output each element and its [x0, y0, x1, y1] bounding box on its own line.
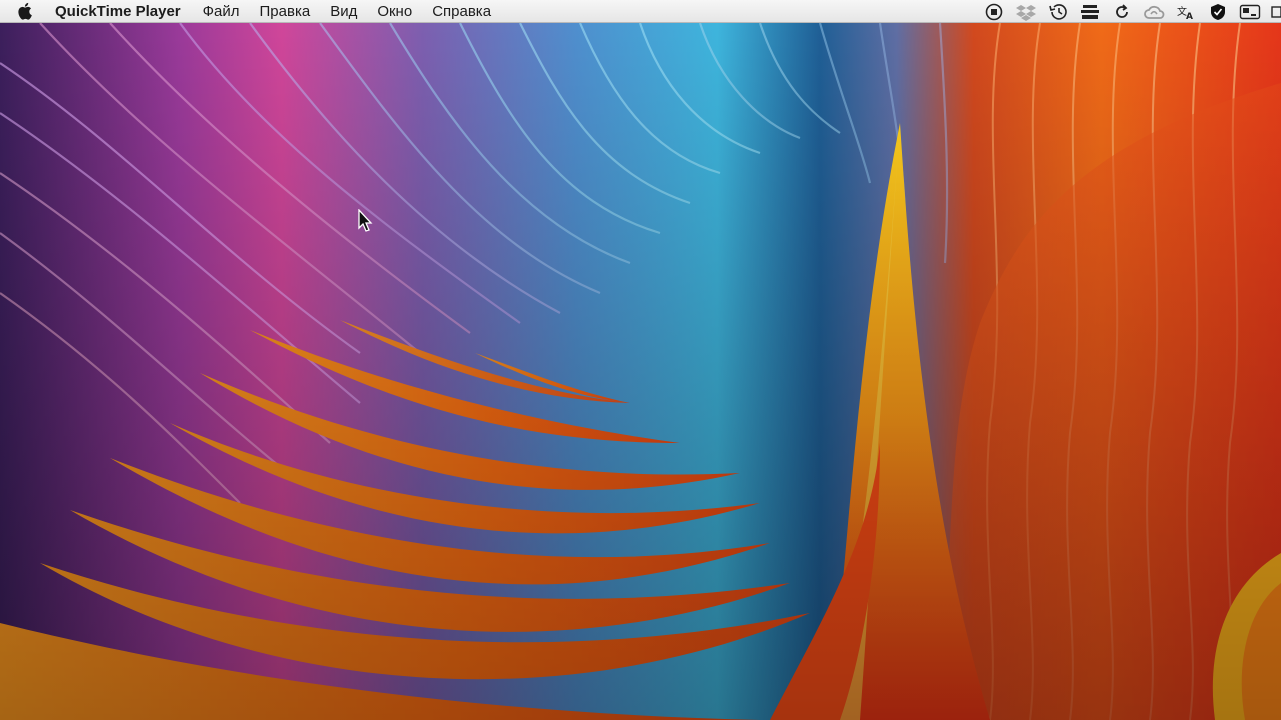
menu-edit[interactable]: Правка: [250, 0, 321, 23]
time-machine-icon[interactable]: [1047, 2, 1069, 22]
vpn-shield-icon[interactable]: [1207, 2, 1229, 22]
desktop-wallpaper: [0, 23, 1281, 720]
sync-icon[interactable]: [1111, 2, 1133, 22]
svg-text:A: A: [1186, 12, 1193, 21]
menu-bar: QuickTime Player Файл Правка Вид Окно Сп…: [0, 0, 1281, 23]
wallpaper-art: [0, 23, 1281, 720]
menu-window[interactable]: Окно: [367, 0, 422, 23]
translate-icon[interactable]: 文A: [1175, 2, 1197, 22]
mouse-cursor-icon: [358, 208, 374, 233]
creative-cloud-icon[interactable]: [1143, 2, 1165, 22]
apple-menu-icon[interactable]: [15, 2, 33, 20]
menu-view[interactable]: Вид: [320, 0, 367, 23]
menu-file[interactable]: Файл: [193, 0, 250, 23]
menu-help[interactable]: Справка: [422, 0, 501, 23]
status-menu-area: 文A: [978, 0, 1281, 23]
record-stop-icon[interactable]: [983, 2, 1005, 22]
keyboard-layout-icon[interactable]: [1239, 2, 1261, 22]
menu-bar-left: QuickTime Player Файл Правка Вид Окно Сп…: [0, 0, 501, 22]
stack-icon[interactable]: [1079, 2, 1101, 22]
dropbox-icon[interactable]: [1015, 2, 1037, 22]
menu-app-name[interactable]: QuickTime Player: [55, 0, 193, 23]
battery-icon[interactable]: [1271, 2, 1281, 22]
